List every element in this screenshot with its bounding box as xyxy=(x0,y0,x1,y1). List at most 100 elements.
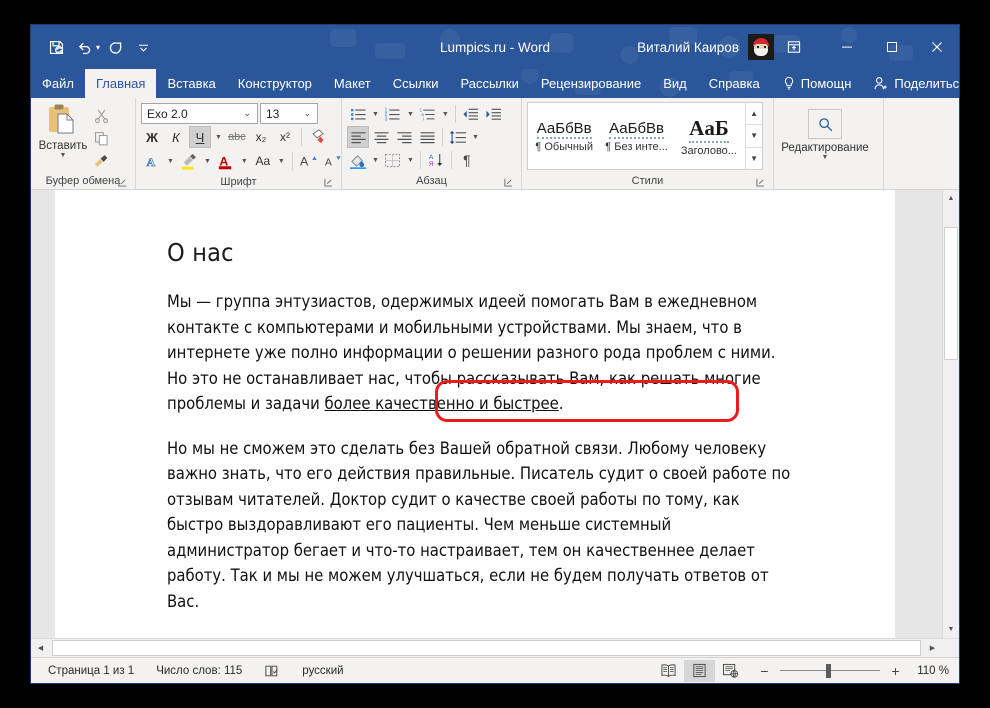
ribbon-display-options-icon[interactable] xyxy=(774,34,814,60)
shading-button[interactable] xyxy=(347,149,369,171)
italic-button[interactable]: К xyxy=(165,126,187,148)
font-dialog-launcher[interactable] xyxy=(322,176,334,188)
tab-vid[interactable]: Вид xyxy=(652,69,698,98)
tell-me-box[interactable]: Помощн xyxy=(771,69,863,98)
paste-button[interactable]: Вставить ▼ xyxy=(36,101,90,159)
line-spacing-dropdown-icon[interactable]: ▼ xyxy=(470,134,481,141)
styles-dialog-launcher[interactable] xyxy=(754,176,766,188)
grow-font-button[interactable]: A xyxy=(298,150,320,172)
close-button[interactable] xyxy=(914,25,959,69)
read-mode-icon[interactable] xyxy=(653,660,684,682)
status-page-number[interactable]: Страница 1 из 1 xyxy=(37,660,145,682)
zoom-slider[interactable] xyxy=(780,661,880,681)
undo-icon[interactable] xyxy=(71,34,97,60)
bullets-button[interactable] xyxy=(347,103,369,125)
paragraph-dialog-launcher[interactable] xyxy=(502,176,514,188)
change-case-dropdown-icon[interactable]: ▼ xyxy=(276,158,287,165)
font-name-combo[interactable]: Exo 2.0 ⌄ xyxy=(141,103,258,124)
undo-dropdown-icon[interactable]: ▾ xyxy=(96,43,100,52)
zoom-slider-thumb[interactable] xyxy=(826,663,831,678)
redo-icon[interactable] xyxy=(102,34,128,60)
share-button[interactable]: Поделиться xyxy=(862,69,959,98)
clipboard-dialog-launcher[interactable] xyxy=(116,176,128,188)
text-effects-button[interactable]: A xyxy=(141,150,163,172)
style-item-bez-intervala[interactable]: АаБбВв ¶ Без инте... xyxy=(600,103,672,169)
status-word-count[interactable]: Число слов: 115 xyxy=(145,660,253,682)
align-right-button[interactable] xyxy=(393,126,415,148)
align-center-button[interactable] xyxy=(370,126,392,148)
vertical-scroll-track[interactable] xyxy=(943,207,959,621)
scroll-right-arrow-icon[interactable]: ▶ xyxy=(923,639,942,657)
underline-button[interactable]: Ч xyxy=(189,126,211,148)
horizontal-scroll-thumb[interactable] xyxy=(52,640,921,656)
bullets-dropdown-icon[interactable]: ▼ xyxy=(370,111,381,118)
style-item-obychnyj[interactable]: АаБбВв ¶ Обычный xyxy=(528,103,600,169)
align-left-button[interactable] xyxy=(347,126,369,148)
decrease-indent-button[interactable] xyxy=(460,103,482,125)
numbering-dropdown-icon[interactable]: ▼ xyxy=(405,111,416,118)
tab-rassylki[interactable]: Рассылки xyxy=(449,69,529,98)
tab-recenzirovanie[interactable]: Рецензирование xyxy=(530,69,652,98)
clear-formatting-button[interactable] xyxy=(307,126,329,148)
increase-indent-button[interactable] xyxy=(483,103,505,125)
avatar[interactable] xyxy=(748,34,774,60)
status-language[interactable]: русский xyxy=(291,660,354,682)
format-painter-button[interactable] xyxy=(90,150,112,172)
tab-konstruktor[interactable]: Конструктор xyxy=(227,69,323,98)
tab-vstavka[interactable]: Вставка xyxy=(156,69,226,98)
tab-glavnaya[interactable]: Главная xyxy=(84,69,157,98)
save-icon[interactable] xyxy=(43,34,69,60)
font-name-chevron-down-icon[interactable]: ⌄ xyxy=(239,108,255,119)
editing-button[interactable]: Редактирование ▼ xyxy=(779,101,871,161)
horizontal-scroll-track[interactable] xyxy=(50,639,923,657)
borders-button[interactable] xyxy=(382,149,404,171)
editing-dropdown-icon[interactable]: ▼ xyxy=(820,154,831,161)
change-case-button[interactable]: Aa xyxy=(252,150,274,172)
tab-ssylki[interactable]: Ссылки xyxy=(382,69,450,98)
scroll-down-arrow-icon[interactable]: ▼ xyxy=(943,621,959,638)
horizontal-scrollbar[interactable]: ◀ ▶ xyxy=(31,638,959,657)
styles-more-icon[interactable]: ▼ xyxy=(746,148,762,169)
multilevel-list-dropdown-icon[interactable]: ▼ xyxy=(440,111,451,118)
justify-button[interactable] xyxy=(416,126,438,148)
vertical-scrollbar[interactable]: ▲ ▼ xyxy=(942,190,959,638)
sort-button[interactable]: А Я xyxy=(425,149,447,171)
font-color-dropdown-icon[interactable]: ▼ xyxy=(239,158,250,165)
minimize-button[interactable] xyxy=(824,25,869,69)
styles-scroll-up-icon[interactable]: ▲ xyxy=(746,103,762,126)
style-item-zagolovok[interactable]: AaБ Заголово... xyxy=(673,103,745,169)
font-size-combo[interactable]: 13 ⌄ xyxy=(260,103,318,124)
print-layout-icon[interactable] xyxy=(684,659,715,682)
font-color-button[interactable]: A xyxy=(215,150,237,172)
borders-dropdown-icon[interactable]: ▼ xyxy=(405,157,416,164)
copy-button[interactable] xyxy=(90,127,112,149)
subscript-button[interactable]: x₂ xyxy=(250,126,272,148)
maximize-button[interactable] xyxy=(869,25,914,69)
font-size-chevron-down-icon[interactable]: ⌄ xyxy=(299,108,315,119)
status-proofing-button[interactable] xyxy=(253,660,291,682)
zoom-level-label[interactable]: 110 % xyxy=(911,665,953,677)
highlight-dropdown-icon[interactable]: ▼ xyxy=(202,158,213,165)
tab-fajl[interactable]: Файл xyxy=(31,69,85,98)
highlight-button[interactable] xyxy=(178,150,200,172)
styles-scroll-down-icon[interactable]: ▼ xyxy=(746,125,762,148)
scroll-up-arrow-icon[interactable]: ▲ xyxy=(943,190,959,207)
shading-dropdown-icon[interactable]: ▼ xyxy=(370,157,381,164)
paste-dropdown-icon[interactable]: ▼ xyxy=(58,152,69,159)
underline-dropdown-icon[interactable]: ▼ xyxy=(213,134,224,141)
superscript-button[interactable]: x² xyxy=(274,126,296,148)
numbering-button[interactable]: 123 xyxy=(382,103,404,125)
show-formatting-marks-button[interactable]: ¶ xyxy=(456,149,478,171)
multilevel-list-button[interactable]: 1ai xyxy=(417,103,439,125)
strikethrough-button[interactable]: abc xyxy=(226,126,248,148)
bold-button[interactable]: Ж xyxy=(141,126,163,148)
line-spacing-button[interactable] xyxy=(447,126,469,148)
document-page[interactable]: О нас Мы — группа энтузиастов, одержимых… xyxy=(55,190,895,638)
text-effects-dropdown-icon[interactable]: ▼ xyxy=(165,158,176,165)
customize-qat-icon[interactable] xyxy=(130,34,156,60)
zoom-in-button[interactable]: + xyxy=(887,661,904,681)
vertical-scroll-thumb[interactable] xyxy=(944,227,958,360)
account-name[interactable]: Виталий Каиров xyxy=(637,40,739,55)
tab-maket[interactable]: Макет xyxy=(323,69,382,98)
web-layout-icon[interactable] xyxy=(715,660,746,682)
